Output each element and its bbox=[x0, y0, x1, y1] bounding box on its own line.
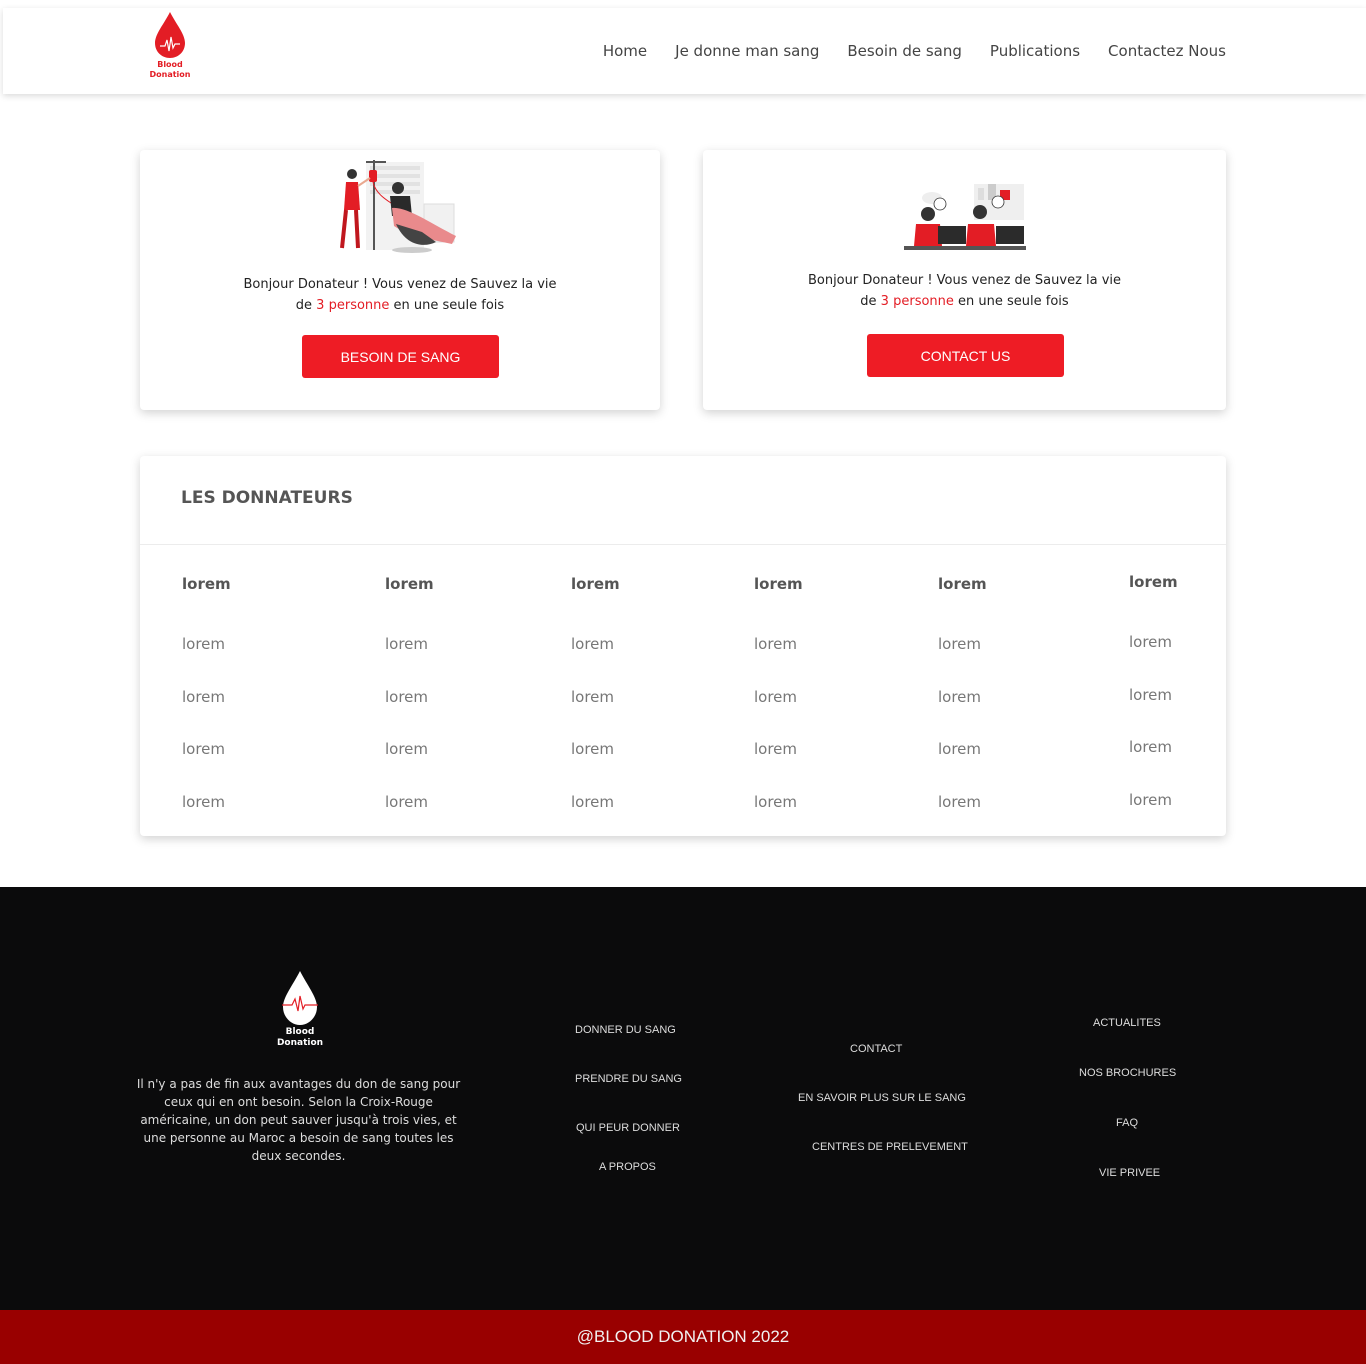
message-line1: Bonjour Donateur ! Vous venez de Sauvez … bbox=[807, 273, 1122, 288]
table-header-cell: lorem bbox=[938, 575, 987, 593]
table-header-cell: lorem bbox=[754, 575, 803, 593]
footer-link-donner[interactable]: DONNER DU SANG bbox=[575, 1024, 676, 1036]
lives-count: 3 bbox=[316, 298, 325, 313]
table-header-cell: lorem bbox=[571, 575, 620, 593]
table-cell: lorem bbox=[754, 635, 798, 653]
footer-link-prendre[interactable]: PRENDRE DU SANG bbox=[575, 1073, 682, 1085]
table-header-cell: lorem bbox=[1129, 573, 1178, 591]
footer-logo-blood: Blood bbox=[285, 1027, 315, 1037]
table-cell: lorem bbox=[385, 635, 429, 653]
table-cell: lorem bbox=[1129, 738, 1173, 756]
message-de: de bbox=[295, 298, 313, 313]
footer-link-a-propos[interactable]: A PROPOS bbox=[599, 1161, 656, 1173]
brand-logo[interactable]: Blood Donation bbox=[146, 10, 194, 86]
message-rest: en une seule fois bbox=[958, 294, 1069, 309]
footer-description: Il n'y a pas de fin aux avantages du don… bbox=[136, 1077, 461, 1163]
card-message: Bonjour Donateur ! Vous venez de Sauvez … bbox=[703, 270, 1226, 312]
table-cell: lorem bbox=[571, 740, 615, 758]
table-cell: lorem bbox=[754, 688, 798, 706]
footer-logo-donation: Donation bbox=[276, 1038, 324, 1048]
table-cell: lorem bbox=[182, 635, 226, 653]
card-besoin: Bonjour Donateur ! Vous venez de Sauvez … bbox=[140, 150, 660, 410]
blood-drop-icon bbox=[282, 971, 318, 1025]
table-cell: lorem bbox=[571, 635, 615, 653]
copyright-text: @BLOOD DONATION 2022 bbox=[576, 1327, 790, 1346]
copyright-bar: @BLOOD DONATION 2022 bbox=[0, 1310, 1366, 1364]
table-cell: lorem bbox=[754, 793, 798, 811]
table-header-cell: lorem bbox=[385, 575, 434, 593]
nav-publications[interactable]: Publications bbox=[990, 42, 1080, 60]
table-cell: lorem bbox=[938, 740, 982, 758]
table-cell: lorem bbox=[385, 688, 429, 706]
nav-home[interactable]: Home bbox=[603, 42, 647, 60]
logo-text-blood: Blood bbox=[157, 60, 183, 69]
nav-je-donne[interactable]: Je donne man sang bbox=[675, 42, 819, 60]
footer-link-actualites[interactable]: ACTUALITES bbox=[1093, 1017, 1161, 1029]
table-cell: lorem bbox=[1129, 633, 1173, 651]
table-cell: lorem bbox=[938, 793, 982, 811]
persons-word: personne bbox=[328, 298, 390, 313]
footer-link-qui-peut[interactable]: QUI PEUR DONNER bbox=[576, 1122, 680, 1134]
table-cell: lorem bbox=[385, 793, 429, 811]
footer-link-faq[interactable]: FAQ bbox=[1116, 1117, 1138, 1129]
card-message: Bonjour Donateur ! Vous venez de Sauvez … bbox=[140, 274, 660, 316]
donors-title: LES DONNATEURS bbox=[181, 488, 353, 508]
contact-us-button[interactable]: CONTACT US bbox=[867, 334, 1064, 377]
footer-link-brochures[interactable]: NOS BROCHURES bbox=[1079, 1067, 1176, 1079]
table-divider bbox=[140, 544, 1226, 545]
table-cell: lorem bbox=[938, 688, 982, 706]
card-contact: Bonjour Donateur ! Vous venez de Sauvez … bbox=[703, 150, 1226, 410]
table-cell: lorem bbox=[754, 740, 798, 758]
table-cell: lorem bbox=[182, 793, 226, 811]
main-nav: Home Je donne man sang Besoin de sang Pu… bbox=[603, 8, 1226, 94]
table-cell: lorem bbox=[182, 740, 226, 758]
footer-link-en-savoir[interactable]: EN SAVOIR PLUS SUR LE SANG bbox=[798, 1092, 966, 1104]
footer-logo[interactable]: Blood Donation bbox=[270, 969, 330, 1049]
message-de: de bbox=[860, 294, 877, 309]
footer-link-contact[interactable]: CONTACT bbox=[850, 1043, 902, 1055]
message-line1: Bonjour Donateur ! Vous venez de Sauvez … bbox=[243, 277, 557, 292]
donors-table-card: LES DONNATEURS lorem lorem lorem lorem lorem… bbox=[140, 456, 1226, 836]
table-cell: lorem bbox=[1129, 686, 1173, 704]
table-cell: lorem bbox=[182, 688, 226, 706]
persons-word: personne bbox=[893, 294, 954, 309]
table-cell: lorem bbox=[1129, 791, 1173, 809]
table-cell: lorem bbox=[571, 688, 615, 706]
logo-text-donation: Donation bbox=[149, 70, 191, 79]
table-cell: lorem bbox=[571, 793, 615, 811]
footer-link-centres[interactable]: CENTRES DE PRELEVEMENT bbox=[812, 1141, 968, 1153]
blood-drop-icon bbox=[155, 12, 185, 58]
nav-besoin[interactable]: Besoin de sang bbox=[847, 42, 962, 60]
message-rest: en une seule fois bbox=[393, 298, 505, 313]
call-center-illustration bbox=[904, 184, 1026, 250]
table-cell: lorem bbox=[385, 740, 429, 758]
navbar: Blood Donation Home Je donne man sang Be… bbox=[3, 8, 1366, 94]
footer: Blood Donation Il n'y a pas de fin aux a… bbox=[0, 887, 1366, 1310]
blood-donation-illustration bbox=[340, 160, 456, 253]
table-cell: lorem bbox=[938, 635, 982, 653]
lives-count: 3 bbox=[880, 294, 889, 309]
besoin-de-sang-button[interactable]: BESOIN DE SANG bbox=[302, 335, 499, 378]
footer-link-vie-privee[interactable]: VIE PRIVEE bbox=[1099, 1167, 1160, 1179]
nav-contact[interactable]: Contactez Nous bbox=[1108, 42, 1226, 60]
table-header-cell: lorem bbox=[182, 575, 231, 593]
